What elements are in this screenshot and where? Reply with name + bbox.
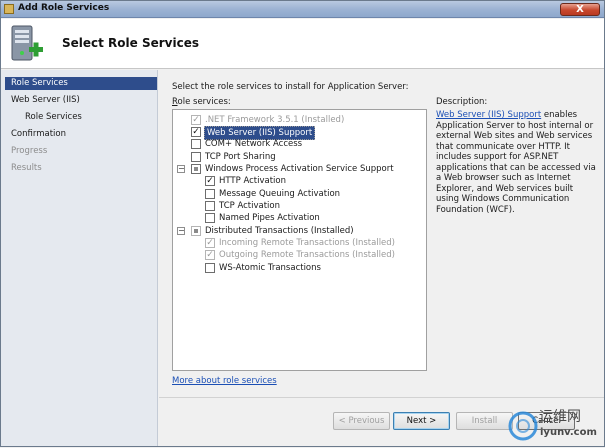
tree-item-label: WS-Atomic Transactions: [219, 263, 321, 273]
tree-item-label: TCP Port Sharing: [205, 152, 276, 162]
window-title: Add Role Services: [18, 3, 110, 13]
collapse-icon[interactable]: −: [177, 227, 185, 235]
watermark-url: iyunv.com: [540, 427, 597, 438]
instructions-text: Select the role services to install for …: [172, 82, 409, 92]
checkbox[interactable]: [191, 139, 201, 149]
sidebar-item-results: Results: [11, 163, 42, 173]
checkbox[interactable]: ✓: [205, 176, 215, 186]
collapse-icon[interactable]: −: [177, 165, 185, 173]
role-services-label-rest: ole services:: [177, 97, 231, 107]
description-text: enables Application Server to host inter…: [436, 110, 596, 215]
tree-item-label: TCP Activation: [219, 201, 281, 211]
checkbox[interactable]: [191, 164, 201, 174]
server-role-icon: [11, 25, 43, 61]
description-link[interactable]: Web Server (IIS) Support: [436, 110, 541, 120]
tree-item-label: Named Pipes Activation: [219, 213, 320, 223]
watermark-text: 运维网: [539, 409, 581, 425]
sidebar-item-web-server-iis[interactable]: Web Server (IIS): [5, 94, 157, 107]
description-body: Web Server (IIS) Support enables Applica…: [436, 110, 598, 215]
wizard-sidebar: [1, 70, 158, 446]
close-button[interactable]: X: [560, 3, 600, 16]
tree-item-label: HTTP Activation: [219, 176, 287, 186]
add-role-services-window: Add Role Services X Select Role Services…: [0, 0, 605, 447]
role-services-tree[interactable]: ✓ .NET Framework 3.5.1 (Installed) ✓ Web…: [172, 109, 427, 371]
checkbox[interactable]: [191, 226, 201, 236]
tree-item-label: Message Queuing Activation: [219, 189, 341, 199]
more-about-role-services-link[interactable]: More about role services: [172, 376, 277, 386]
checkbox[interactable]: ✓: [205, 250, 215, 260]
description-title: Description:: [436, 97, 488, 107]
window-app-icon: [4, 4, 14, 14]
checkbox[interactable]: ✓: [191, 115, 201, 125]
tree-item-label: COM+ Network Access: [205, 139, 303, 149]
next-button[interactable]: Next >: [393, 412, 450, 430]
checkbox[interactable]: [205, 263, 215, 273]
checkbox[interactable]: [205, 189, 215, 199]
previous-button[interactable]: < Previous: [333, 412, 390, 430]
sidebar-item-confirmation[interactable]: Confirmation: [5, 128, 157, 141]
sidebar-item-progress: Progress: [11, 146, 48, 156]
title-bar[interactable]: Add Role Services X: [1, 1, 604, 18]
checkbox[interactable]: [205, 213, 215, 223]
checkbox[interactable]: ✓: [191, 127, 201, 137]
sidebar-item-iis-role-services[interactable]: Role Services: [5, 111, 157, 124]
wizard-header: Select Role Services: [1, 19, 604, 69]
sidebar-item-role-services[interactable]: Role Services: [5, 77, 157, 90]
checkbox[interactable]: ✓: [205, 238, 215, 248]
checkbox[interactable]: [205, 201, 215, 211]
tree-item-label: Distributed Transactions (Installed): [205, 226, 354, 236]
role-services-label: Role services:: [172, 97, 231, 107]
tree-item-label: Windows Process Activation Service Suppo…: [205, 164, 394, 174]
checkbox[interactable]: [191, 152, 201, 162]
tree-item-label: Incoming Remote Transactions (Installed): [219, 238, 395, 248]
page-title: Select Role Services: [62, 36, 200, 50]
tree-item-label: Outgoing Remote Transactions (Installed): [219, 250, 395, 260]
tree-item-label: .NET Framework 3.5.1 (Installed): [205, 115, 345, 125]
